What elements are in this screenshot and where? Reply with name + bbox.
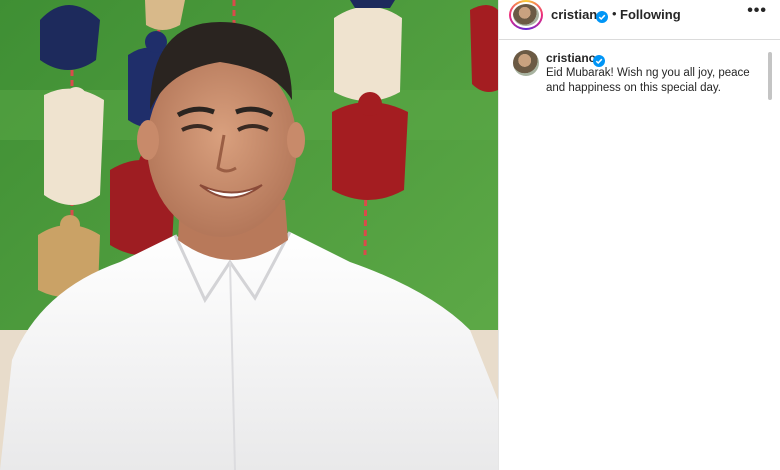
post-header: cristiano • Following ••• — [499, 0, 780, 40]
caption-avatar[interactable] — [513, 50, 539, 76]
profile-avatar[interactable] — [509, 0, 543, 30]
post-side-panel: cristiano • Following ••• cristiano Eid … — [498, 0, 780, 470]
following-button[interactable]: Following — [620, 7, 681, 22]
caption-text: Eid Mubarak! Wish ng you all joy, peace … — [546, 67, 750, 94]
more-options-icon[interactable]: ••• — [747, 2, 767, 20]
post-photo[interactable] — [0, 0, 498, 470]
separator-dot: • — [612, 6, 617, 21]
scrollbar-thumb[interactable] — [768, 52, 772, 100]
verified-badge-icon — [596, 8, 608, 26]
caption-username[interactable]: cristiano — [546, 51, 596, 65]
post-image — [0, 0, 498, 470]
